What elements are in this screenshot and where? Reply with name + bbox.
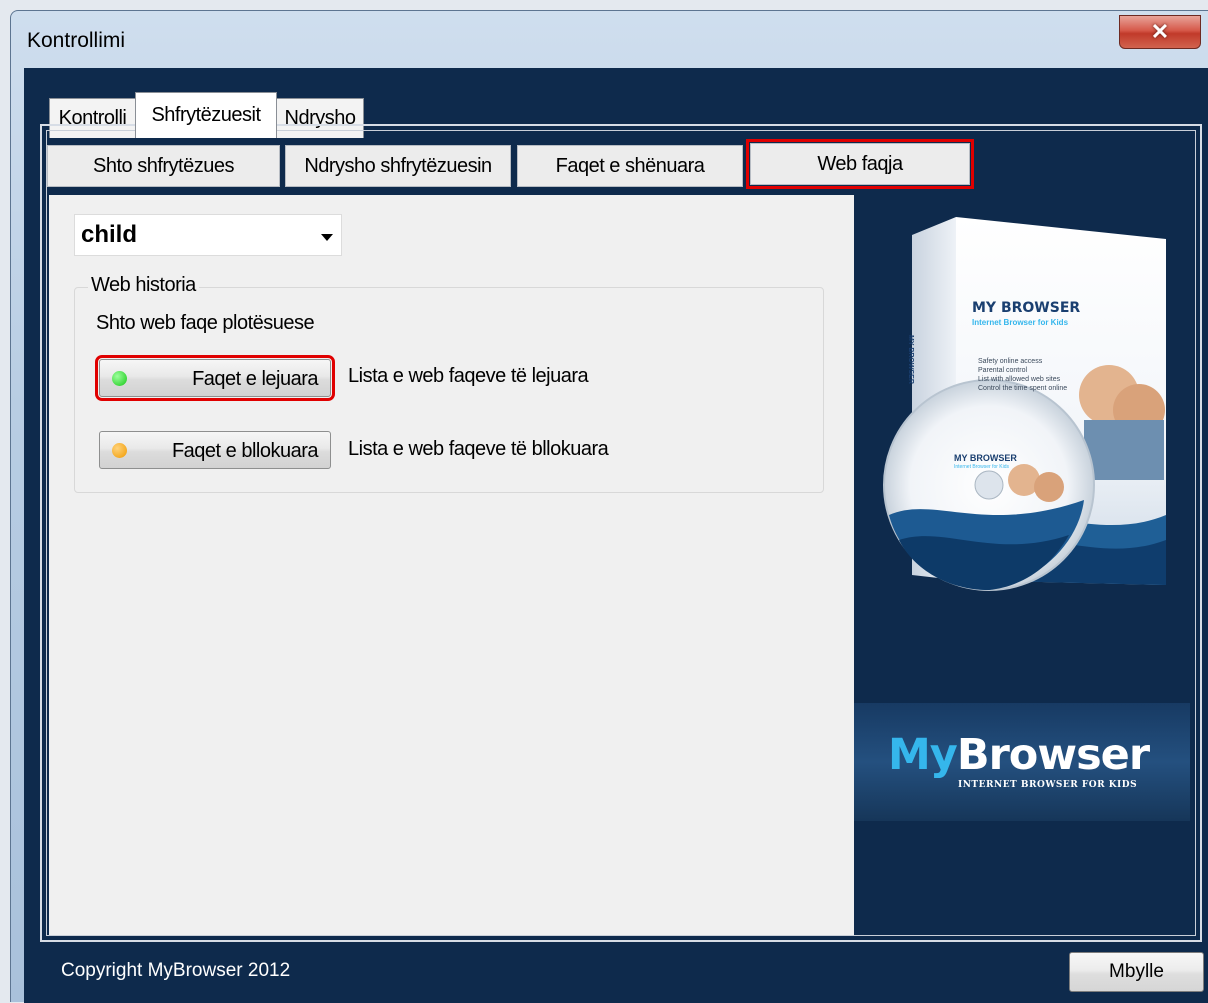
cd-title: MY BROWSER <box>954 453 1017 463</box>
client-area: Kontrolli Shfrytëzuesit Ndrysho Shto shf… <box>24 68 1208 1003</box>
feature-list: Safety online access Parental control Li… <box>978 357 1067 393</box>
orange-dot-icon <box>112 442 127 458</box>
allowed-pages-button[interactable]: Faqet e lejuara <box>95 355 335 401</box>
close-dialog-button[interactable]: Mbylle <box>1069 952 1204 992</box>
group-heading: Shto web faqe plotësuese <box>96 312 315 334</box>
button-label: Faqet e bllokuara <box>171 440 319 462</box>
mybrowser-logo: MyBrowser <box>888 730 1150 780</box>
user-select[interactable]: child <box>74 214 342 256</box>
box-side-title: MY BROWSER <box>907 335 914 384</box>
window-close-button[interactable]: ✕ <box>1119 15 1201 49</box>
subtab-web-page[interactable]: Web faqja <box>746 139 974 189</box>
feature-item: List with allowed web sites <box>978 376 1061 383</box>
tab-shfrytezuesit[interactable]: Shfrytëzuesit <box>135 92 277 138</box>
logo-browser: Browser <box>956 730 1150 780</box>
box-title: MY BROWSER <box>972 300 1081 316</box>
dialog-window: Kontrollimi ✕ Kontrolli Shfrytëzuesit Nd… <box>10 10 1208 1003</box>
tab-label: Shfrytëzuesit <box>151 104 261 126</box>
group-title: Web historia <box>88 274 199 297</box>
feature-item: Control the time spent online <box>978 385 1068 392</box>
subtab-label: Web faqja <box>817 152 903 175</box>
copyright-text: Copyright MyBrowser 2012 <box>61 960 291 981</box>
subtab-label: Shto shfrytëzues <box>93 154 234 177</box>
product-banner: MY BROWSER Internet Browser for Kids MY … <box>854 195 1190 935</box>
feature-item: Safety online access <box>978 358 1043 365</box>
user-select-value: child <box>81 221 138 248</box>
window-title: Kontrollimi <box>27 29 126 52</box>
subtab-label: Ndrysho shfrytëzuesin <box>304 154 492 177</box>
close-icon: ✕ <box>1150 19 1170 44</box>
green-dot-icon <box>112 370 127 386</box>
button-label: Faqet e lejuara <box>192 368 318 390</box>
content-panel: child Web historia Shto web faqe plotësu… <box>49 195 854 935</box>
blocked-pages-button[interactable]: Faqet e bllokuara <box>99 431 331 469</box>
subtab-edit-user[interactable]: Ndrysho shfrytëzuesin <box>285 145 511 187</box>
subtab-bookmarks[interactable]: Faqet e shënuara <box>517 145 743 187</box>
footer-bar: Copyright MyBrowser 2012 Mbylle <box>24 948 1208 1003</box>
logo-tagline: INTERNET BROWSER FOR KIDS <box>958 780 1138 790</box>
blocked-pages-description: Lista e web faqeve të bllokuara <box>348 438 609 460</box>
allowed-pages-description: Lista e web faqeve të lejuara <box>348 365 589 387</box>
subtab-label: Faqet e shënuara <box>555 154 705 177</box>
feature-item: Parental control <box>978 367 1028 374</box>
logo-my: My <box>888 730 958 780</box>
chevron-down-icon[interactable] <box>321 234 333 241</box>
box-subtitle: Internet Browser for Kids <box>972 318 1069 327</box>
subtab-add-user[interactable]: Shto shfrytëzues <box>47 145 280 187</box>
cd-subtitle: Internet Browser for Kids <box>954 464 1010 470</box>
web-history-group: Web historia Shto web faqe plotësuese Fa… <box>74 274 824 493</box>
